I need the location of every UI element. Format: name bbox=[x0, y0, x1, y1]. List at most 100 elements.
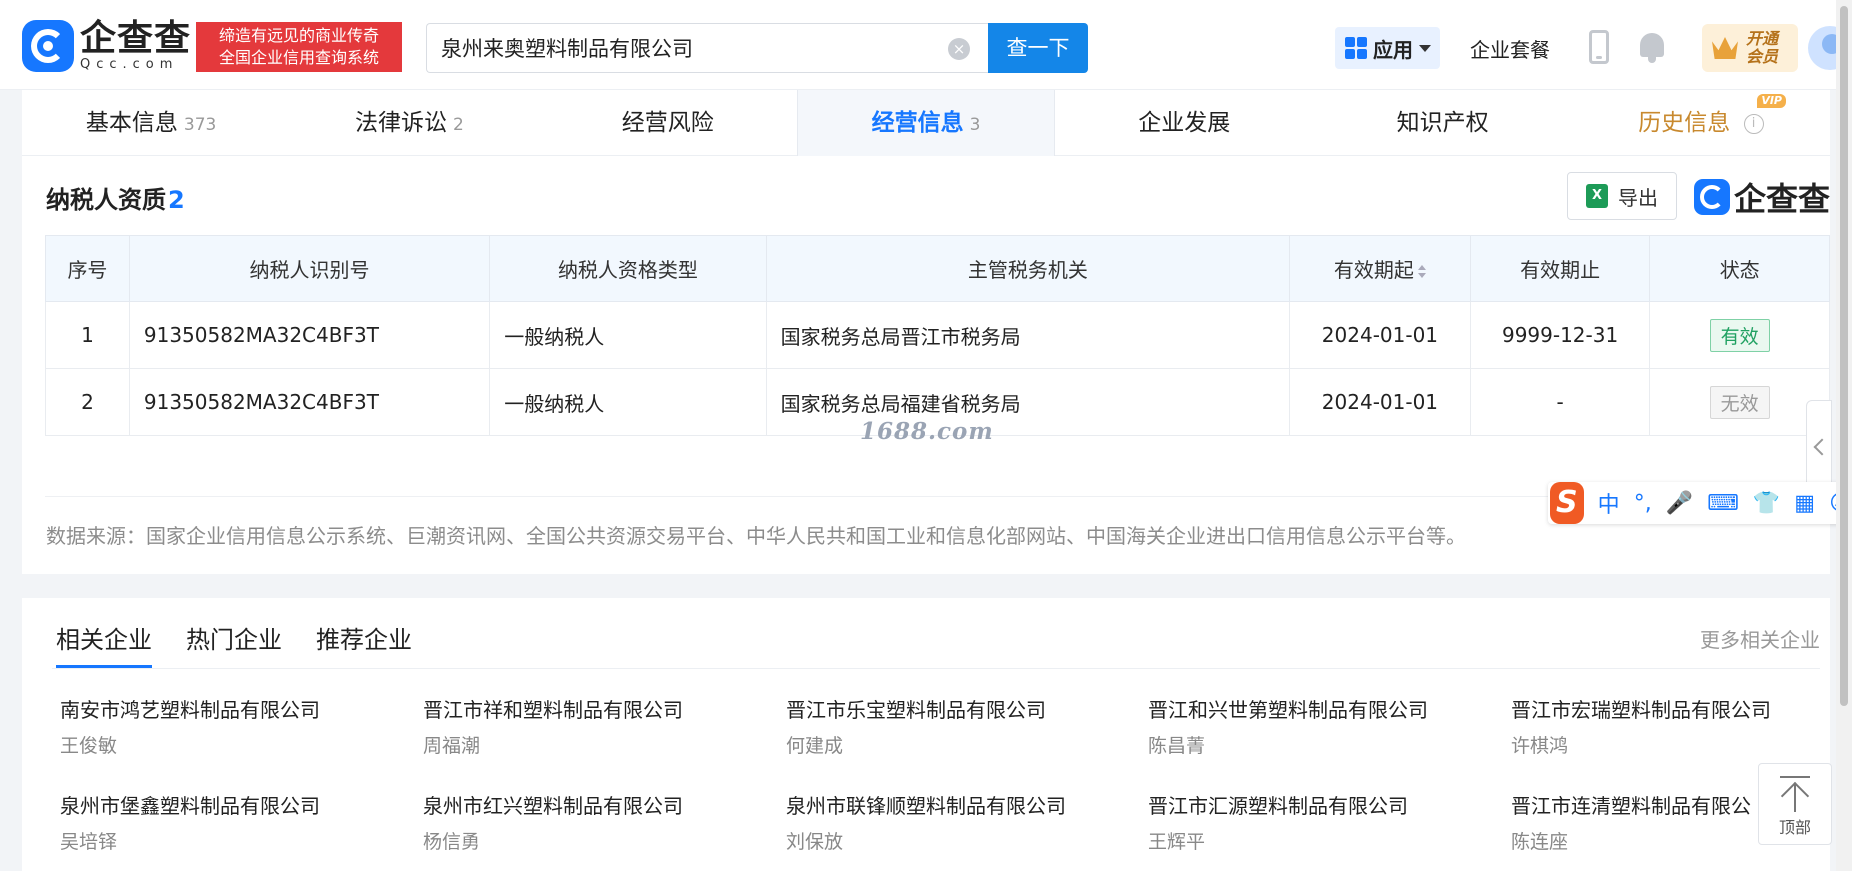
tab-recommended[interactable]: 推荐企业 bbox=[316, 620, 412, 668]
clear-icon[interactable]: × bbox=[948, 38, 970, 60]
tab-popular[interactable]: 热门企业 bbox=[186, 620, 282, 668]
ime-chinese-mode[interactable]: 中 bbox=[1598, 487, 1620, 519]
tab-label: 经营风险 bbox=[621, 110, 714, 136]
legal-person[interactable]: 刘保放 bbox=[786, 827, 1126, 854]
more-related-link[interactable]: 更多相关企业 bbox=[1700, 624, 1820, 653]
tab-business-info[interactable]: 经营信息 3 bbox=[796, 90, 1056, 156]
tab-basic-info[interactable]: 基本信息 373 bbox=[22, 90, 280, 156]
tab-label: 历史信息 bbox=[1638, 110, 1731, 136]
cell-status: 无效 bbox=[1649, 368, 1830, 436]
company-name[interactable]: 晋江市宏瑞塑料制品有限公司 bbox=[1511, 694, 1793, 723]
company-name[interactable]: 晋江市连清塑料制品有限公司 bbox=[1511, 790, 1751, 819]
related-tabs: 相关企业 热门企业 推荐企业 bbox=[56, 620, 446, 668]
col-header-end: 有效期止 bbox=[1469, 235, 1651, 302]
col-header-no: 序号 bbox=[45, 235, 130, 302]
cell-start: 2024-01-01 bbox=[1289, 301, 1471, 369]
toolbox-icon[interactable]: ▦ bbox=[1794, 491, 1815, 516]
back-to-top-label: 顶部 bbox=[1778, 818, 1811, 837]
export-button[interactable]: X 导出 bbox=[1567, 172, 1677, 220]
company-card[interactable]: 晋江和兴世第塑料制品有限公司 陈昌菁 bbox=[1148, 694, 1488, 758]
cell-end: 9999-12-31 bbox=[1469, 301, 1651, 369]
company-name[interactable]: 泉州市红兴塑料制品有限公司 bbox=[423, 790, 763, 819]
tab-label: 经营信息 bbox=[871, 110, 964, 136]
page-scrollbar[interactable] bbox=[1836, 0, 1852, 871]
col-header-taxid: 纳税人识别号 bbox=[128, 235, 491, 302]
table-row: 1 91350582MA32C4BF3T 一般纳税人 国家税务总局晋江市税务局 … bbox=[45, 301, 1830, 369]
company-card[interactable]: 晋江市汇源塑料制品有限公司 王辉平 bbox=[1148, 790, 1488, 854]
company-name[interactable]: 晋江市乐宝塑料制品有限公司 bbox=[786, 694, 1126, 723]
company-card[interactable]: 泉州市红兴塑料制品有限公司 杨信勇 bbox=[423, 790, 763, 854]
tab-legal[interactable]: 法律诉讼 2 bbox=[280, 90, 538, 156]
cell-no: 2 bbox=[45, 368, 130, 436]
ime-punctuation-icon[interactable]: °, bbox=[1634, 491, 1652, 516]
info-icon[interactable]: i bbox=[1743, 113, 1764, 134]
apps-menu-button[interactable]: 应用 bbox=[1335, 27, 1440, 69]
tab-ip[interactable]: 知识产权 bbox=[1313, 90, 1571, 156]
keyboard-icon[interactable]: ⌨ bbox=[1707, 491, 1739, 516]
company-card[interactable]: 晋江市祥和塑料制品有限公司 周福潮 bbox=[423, 694, 763, 758]
bell-icon[interactable] bbox=[1637, 30, 1667, 64]
top-header: 企查查 Qcc.com 缔造有远见的商业传奇 全国企业信用查询系统 × 查一下 … bbox=[0, 0, 1852, 90]
company-card[interactable]: 晋江市宏瑞塑料制品有限公司 许棋鸿 bbox=[1511, 694, 1793, 758]
legal-person[interactable]: 何建成 bbox=[786, 731, 1126, 758]
legal-person[interactable]: 陈连座 bbox=[1511, 827, 1751, 854]
skin-icon[interactable]: 👕 bbox=[1753, 491, 1780, 516]
tab-count: 373 bbox=[183, 115, 217, 135]
tab-risk[interactable]: 经营风险 bbox=[539, 90, 797, 156]
company-card[interactable]: 南安市鸿艺塑料制品有限公司 王俊敏 bbox=[60, 694, 400, 758]
ime-toolbar: S 中 °, 🎤 ⌨ 👕 ▦ ☺ bbox=[1548, 482, 1852, 524]
chevron-down-icon bbox=[1419, 44, 1431, 52]
legal-person[interactable]: 王俊敏 bbox=[60, 731, 400, 758]
legal-person[interactable]: 吴培铎 bbox=[60, 827, 400, 854]
tab-development[interactable]: 企业发展 bbox=[1055, 90, 1313, 156]
company-card[interactable]: 晋江市连清塑料制品有限公司 陈连座 bbox=[1511, 790, 1751, 854]
cell-authority[interactable]: 国家税务总局晋江市税务局 bbox=[765, 301, 1291, 369]
col-header-start-label: 有效期起 bbox=[1333, 258, 1414, 282]
tab-history[interactable]: 历史信息 i VIP bbox=[1572, 90, 1830, 156]
legal-person[interactable]: 许棋鸿 bbox=[1511, 731, 1793, 758]
company-name[interactable]: 泉州市堡鑫塑料制品有限公司 bbox=[60, 790, 400, 819]
qcc-logo[interactable]: 企查查 Qcc.com bbox=[22, 20, 192, 72]
divider bbox=[52, 668, 1820, 669]
search-button[interactable]: 查一下 bbox=[988, 23, 1088, 73]
search-box: × bbox=[426, 23, 988, 73]
microphone-icon[interactable]: 🎤 bbox=[1666, 491, 1693, 516]
company-card[interactable]: 泉州市堡鑫塑料制品有限公司 吴培铎 bbox=[60, 790, 400, 854]
brand-text: 企查查 bbox=[1734, 180, 1831, 218]
sort-icon[interactable] bbox=[1417, 264, 1426, 279]
company-name[interactable]: 晋江和兴世第塑料制品有限公司 bbox=[1148, 694, 1488, 723]
tab-count: 2 bbox=[453, 115, 464, 135]
cell-taxid: 91350582MA32C4BF3T bbox=[128, 368, 491, 436]
legal-person[interactable]: 王辉平 bbox=[1148, 827, 1488, 854]
data-source-note: 数据来源：国家企业信用信息公示系统、巨潮资讯网、全国公共资源交易平台、中华人民共… bbox=[46, 524, 1466, 548]
company-name[interactable]: 晋江市汇源塑料制品有限公司 bbox=[1148, 790, 1488, 819]
tab-related[interactable]: 相关企业 bbox=[56, 620, 152, 668]
mobile-phone-icon[interactable] bbox=[1589, 30, 1609, 64]
company-name[interactable]: 南安市鸿艺塑料制品有限公司 bbox=[60, 694, 400, 723]
slogan-banner: 缔造有远见的商业传奇 全国企业信用查询系统 bbox=[196, 22, 402, 72]
scrollbar-thumb[interactable] bbox=[1840, 6, 1848, 706]
company-card[interactable]: 晋江市乐宝塑料制品有限公司 何建成 bbox=[786, 694, 1126, 758]
enterprise-suite-link[interactable]: 企业套餐 bbox=[1470, 34, 1550, 63]
sogou-ime-icon[interactable]: S bbox=[1550, 482, 1584, 524]
tab-label: 企业发展 bbox=[1138, 110, 1231, 136]
col-header-start[interactable]: 有效期起 bbox=[1289, 235, 1471, 302]
open-vip-button[interactable]: 开通会员 bbox=[1702, 24, 1798, 72]
cell-authority[interactable]: 国家税务总局福建省税务局 bbox=[765, 368, 1291, 436]
vip-tag: VIP bbox=[1757, 94, 1786, 108]
company-name[interactable]: 泉州市联锋顺塑料制品有限公司 bbox=[786, 790, 1126, 819]
legal-person[interactable]: 杨信勇 bbox=[423, 827, 763, 854]
back-to-top-button[interactable]: 顶部 bbox=[1758, 763, 1832, 845]
cell-status: 有效 bbox=[1649, 301, 1830, 369]
search-input[interactable] bbox=[427, 24, 927, 72]
company-name[interactable]: 晋江市祥和塑料制品有限公司 bbox=[423, 694, 763, 723]
legal-person[interactable]: 周福潮 bbox=[423, 731, 763, 758]
section-count: 2 bbox=[168, 186, 185, 214]
cell-type: 一般纳税人 bbox=[489, 368, 767, 436]
collapse-side-panel-button[interactable] bbox=[1806, 400, 1832, 492]
main-nav-tabs: 基本信息 373 法律诉讼 2 经营风险 经营信息 3 企业发展 知识产权 历史信息 … bbox=[22, 90, 1830, 156]
company-card[interactable]: 泉州市联锋顺塑料制品有限公司 刘保放 bbox=[786, 790, 1126, 854]
col-header-type: 纳税人资格类型 bbox=[489, 235, 767, 302]
legal-person[interactable]: 陈昌菁 bbox=[1148, 731, 1488, 758]
col-header-status: 状态 bbox=[1649, 235, 1830, 302]
